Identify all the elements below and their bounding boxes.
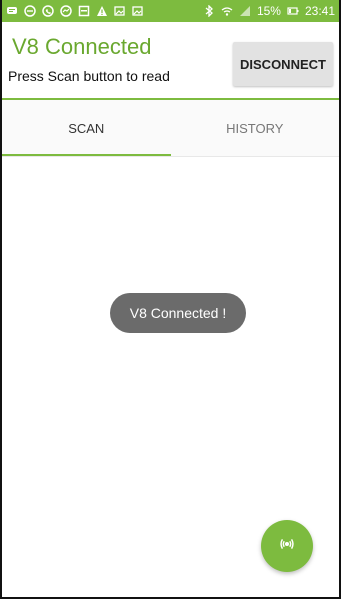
nfc-scan-icon bbox=[276, 533, 298, 560]
status-right: 15% 23:41 bbox=[203, 4, 335, 18]
clock: 23:41 bbox=[304, 4, 335, 18]
tab-bar: SCAN HISTORY bbox=[2, 100, 339, 157]
battery-icon bbox=[287, 5, 299, 17]
status-bar: 15% 23:41 bbox=[2, 0, 339, 22]
warning-icon bbox=[96, 5, 108, 17]
minus-circle-icon bbox=[24, 5, 36, 17]
disconnect-button[interactable]: DISCONNECT bbox=[233, 42, 333, 86]
toast-message: V8 Connected ! bbox=[110, 293, 246, 333]
chat-icon bbox=[6, 5, 18, 17]
signal-icon bbox=[239, 5, 251, 17]
bluetooth-icon bbox=[203, 5, 215, 17]
whatsapp-icon bbox=[42, 5, 54, 17]
app-header: V8 Connected Press Scan button to read D… bbox=[2, 22, 339, 100]
page-subtitle: Press Scan button to read bbox=[8, 68, 170, 84]
messenger-icon bbox=[60, 5, 72, 17]
scan-fab-button[interactable] bbox=[261, 520, 313, 572]
battery-percent: 15% bbox=[256, 4, 281, 18]
scan-content: V8 Connected ! bbox=[2, 157, 339, 597]
image-icon bbox=[78, 5, 90, 17]
wifi-icon bbox=[221, 5, 233, 17]
tab-history[interactable]: HISTORY bbox=[171, 100, 340, 156]
app-window: 15% 23:41 V8 Connected Press Scan button… bbox=[0, 0, 341, 599]
page-title: V8 Connected bbox=[12, 34, 152, 59]
tab-scan[interactable]: SCAN bbox=[2, 100, 171, 156]
status-left-icons bbox=[6, 5, 144, 17]
photo-icon bbox=[114, 5, 126, 17]
photo-icon-2 bbox=[132, 5, 144, 17]
